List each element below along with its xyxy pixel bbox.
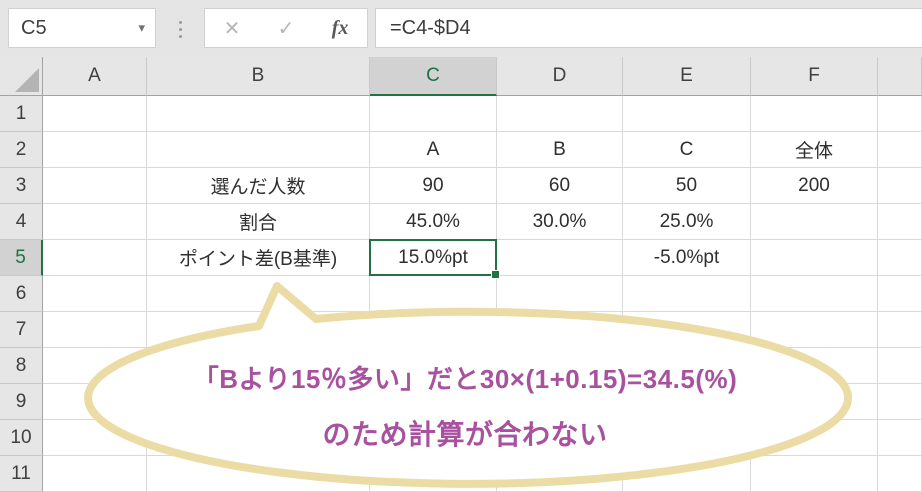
column-header-C[interactable]: C <box>370 57 497 96</box>
cell-C3[interactable]: 90 <box>370 168 497 204</box>
cell-B2[interactable] <box>147 132 370 168</box>
select-all-button[interactable] <box>0 57 43 96</box>
enter-icon[interactable]: ✓ <box>278 16 295 41</box>
cell-A5[interactable] <box>43 240 147 276</box>
cell-F3[interactable]: 200 <box>751 168 878 204</box>
cancel-icon[interactable]: ✕ <box>224 16 241 41</box>
name-box-dropdown-icon[interactable]: ▾ <box>138 20 155 36</box>
cell-D5[interactable] <box>497 240 623 276</box>
row-header-9[interactable]: 9 <box>0 384 43 420</box>
cell-F5[interactable] <box>751 240 878 276</box>
row-header-1[interactable]: 1 <box>0 96 43 132</box>
column-header-D[interactable]: D <box>497 57 623 96</box>
cell-E3[interactable]: 50 <box>623 168 751 204</box>
column-header-B[interactable]: B <box>147 57 370 96</box>
select-all-triangle-icon <box>15 68 39 92</box>
column-header-F[interactable]: F <box>751 57 878 96</box>
cell-E1[interactable] <box>623 96 751 132</box>
row-header-11[interactable]: 11 <box>0 456 43 492</box>
cell-D3[interactable]: 60 <box>497 168 623 204</box>
cell-G3[interactable] <box>878 168 922 204</box>
name-box-value: C5 <box>21 16 47 39</box>
cell-G11[interactable] <box>878 456 922 492</box>
cell-E5[interactable]: -5.0%pt <box>623 240 751 276</box>
formula-input[interactable]: =C4-$D4 <box>375 8 922 48</box>
row-header-4[interactable]: 4 <box>0 204 43 240</box>
cell-G8[interactable] <box>878 348 922 384</box>
formula-buttons: ✕ ✓ fx <box>204 8 368 48</box>
cell-G7[interactable] <box>878 312 922 348</box>
insert-function-icon[interactable]: fx <box>332 17 349 40</box>
cell-F4[interactable] <box>751 204 878 240</box>
separator-dots-icon <box>174 14 186 44</box>
name-box[interactable]: C5 ▾ <box>8 8 156 48</box>
column-header-E[interactable]: E <box>623 57 751 96</box>
cell-D2[interactable]: B <box>497 132 623 168</box>
row-header-2[interactable]: 2 <box>0 132 43 168</box>
cell-B1[interactable] <box>147 96 370 132</box>
row-header-6[interactable]: 6 <box>0 276 43 312</box>
cell-B4[interactable]: 割合 <box>147 204 370 240</box>
row-header-10[interactable]: 10 <box>0 420 43 456</box>
cell-G5[interactable] <box>878 240 922 276</box>
cell-D6[interactable] <box>497 276 623 312</box>
formula-text: =C4-$D4 <box>390 16 471 39</box>
cell-E4[interactable]: 25.0% <box>623 204 751 240</box>
cell-A6[interactable] <box>43 276 147 312</box>
cell-G1[interactable] <box>878 96 922 132</box>
row-header-3[interactable]: 3 <box>0 168 43 204</box>
cell-F11[interactable] <box>751 456 878 492</box>
column-header-A[interactable]: A <box>43 57 147 96</box>
formula-bar-row: C5 ▾ ✕ ✓ fx =C4-$D4 <box>0 0 922 57</box>
cell-A3[interactable] <box>43 168 147 204</box>
row-header-5[interactable]: 5 <box>0 240 43 276</box>
cell-A7[interactable] <box>43 312 147 348</box>
cell-D4[interactable]: 30.0% <box>497 204 623 240</box>
cell-C1[interactable] <box>370 96 497 132</box>
cell-G4[interactable] <box>878 204 922 240</box>
column-header-partial[interactable] <box>878 57 922 96</box>
cell-G10[interactable] <box>878 420 922 456</box>
cell-C6[interactable] <box>370 276 497 312</box>
cell-E6[interactable] <box>623 276 751 312</box>
cell-F2[interactable]: 全体 <box>751 132 878 168</box>
cell-A11[interactable] <box>43 456 147 492</box>
cell-C5-selected[interactable]: 15.0%pt <box>369 239 500 279</box>
cell-E2[interactable]: C <box>623 132 751 168</box>
cell-D1[interactable] <box>497 96 623 132</box>
cell-B5[interactable]: ポイント差(B基準) <box>147 240 370 276</box>
cell-F1[interactable] <box>751 96 878 132</box>
cell-A1[interactable] <box>43 96 147 132</box>
cell-G2[interactable] <box>878 132 922 168</box>
cell-F6[interactable] <box>751 276 878 312</box>
row-header-7[interactable]: 7 <box>0 312 43 348</box>
cell-B6[interactable] <box>147 276 370 312</box>
row-header-8[interactable]: 8 <box>0 348 43 384</box>
cell-A4[interactable] <box>43 204 147 240</box>
cell-C4[interactable]: 45.0% <box>370 204 497 240</box>
cell-B3[interactable]: 選んだ人数 <box>147 168 370 204</box>
cell-A2[interactable] <box>43 132 147 168</box>
cell-G9[interactable] <box>878 384 922 420</box>
cell-C2[interactable]: A <box>370 132 497 168</box>
cell-G6[interactable] <box>878 276 922 312</box>
